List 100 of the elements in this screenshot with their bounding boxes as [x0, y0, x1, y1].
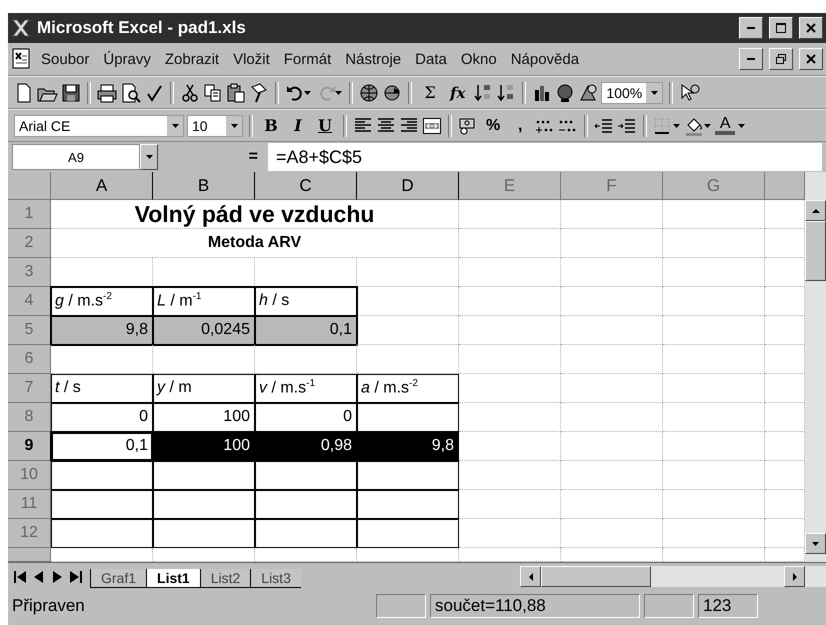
caret-icon[interactable] [738, 124, 746, 128]
underline-button[interactable]: U [313, 116, 337, 135]
workbook-icon[interactable] [11, 48, 31, 70]
printer-icon[interactable] [97, 82, 117, 104]
table-cell[interactable]: v / m.s$^{-1}$ [255, 374, 357, 403]
column-header[interactable]: A [51, 172, 153, 200]
column-header[interactable]: B [153, 172, 255, 200]
table-cell[interactable]: L / m$^{-1}$ [153, 287, 255, 316]
font-field[interactable]: Arial CE [14, 114, 184, 136]
table-cell[interactable] [663, 374, 765, 403]
sheet-tab[interactable]: List2 [200, 568, 250, 588]
table-cell[interactable] [561, 403, 663, 432]
table-cell[interactable]: Metoda ARV [51, 229, 459, 258]
table-cell[interactable] [357, 548, 459, 562]
table-cell[interactable] [51, 490, 153, 519]
table-cell[interactable]: Volný pád ve vzduchu [51, 200, 459, 229]
name-box[interactable]: A9 [12, 144, 140, 170]
clipboard-icon[interactable] [226, 82, 246, 104]
table-cell[interactable] [357, 287, 459, 316]
table-cell[interactable] [663, 258, 765, 287]
menu-item[interactable]: Okno [456, 48, 501, 70]
paintbrush-icon[interactable] [249, 82, 269, 104]
italic-button[interactable]: I [286, 116, 310, 135]
table-cell[interactable]: 0,1 [51, 432, 153, 461]
scroll-up-button[interactable] [805, 200, 826, 221]
table-cell[interactable] [153, 345, 255, 374]
table-cell[interactable]: g / m.s$^{-2}$ [51, 287, 153, 316]
table-cell[interactable] [663, 461, 765, 490]
table-cell[interactable] [357, 490, 459, 519]
table-cell[interactable] [459, 519, 561, 548]
table-cell[interactable] [255, 345, 357, 374]
table-cell[interactable]: 0,0245 [153, 316, 255, 345]
scrollbar-thumb[interactable] [805, 221, 826, 281]
table-cell[interactable] [459, 548, 561, 562]
table-cell[interactable] [357, 403, 459, 432]
autosum-button[interactable]: Σ [418, 83, 442, 102]
table-cell[interactable] [357, 345, 459, 374]
table-cell[interactable] [663, 316, 765, 345]
table-cell[interactable] [663, 490, 765, 519]
print-preview-icon[interactable] [120, 82, 141, 104]
table-cell[interactable] [459, 287, 561, 316]
bold-button[interactable]: B [259, 116, 283, 135]
vertical-scrollbar[interactable] [805, 172, 826, 562]
sheet-tab[interactable]: Graf1 [90, 568, 146, 588]
table-cell[interactable] [357, 519, 459, 548]
close-button[interactable] [799, 17, 823, 39]
table-cell[interactable] [561, 519, 663, 548]
table-cell[interactable] [153, 548, 255, 562]
table-cell[interactable] [357, 461, 459, 490]
table-cell[interactable] [663, 229, 765, 258]
row-header[interactable]: 9 [8, 432, 51, 461]
menu-item[interactable]: Úpravy [99, 48, 155, 70]
table-cell[interactable] [459, 432, 561, 461]
table-cell[interactable] [459, 258, 561, 287]
table-cell[interactable]: a / m.s$^{-2}$ [357, 374, 459, 403]
table-cell[interactable]: h / s [255, 287, 357, 316]
table-cell[interactable] [459, 345, 561, 374]
menu-item[interactable]: Vložit [229, 48, 274, 70]
scroll-left-button[interactable] [520, 566, 541, 587]
table-cell[interactable] [561, 200, 663, 229]
table-cell[interactable]: 0,98 [255, 432, 357, 461]
copy-icon[interactable] [203, 82, 223, 104]
menu-item[interactable]: Zobrazit [160, 48, 224, 70]
restore-button[interactable] [769, 48, 793, 70]
table-cell[interactable] [561, 432, 663, 461]
menu-item[interactable]: Soubor [37, 48, 94, 70]
table-cell[interactable]: 9,8 [51, 316, 153, 345]
table-cell[interactable]: 100 [153, 403, 255, 432]
table-cell[interactable] [459, 461, 561, 490]
table-cell[interactable] [459, 229, 561, 258]
table-cell[interactable] [255, 490, 357, 519]
table-cell[interactable] [663, 548, 765, 562]
name-box-dropdown[interactable] [140, 144, 158, 170]
drawing-shapes-icon[interactable] [578, 82, 598, 104]
globe-icon[interactable] [359, 82, 379, 104]
formula-field[interactable]: =A8+$C$5 [268, 143, 822, 171]
table-cell[interactable] [51, 345, 153, 374]
close-button[interactable] [799, 48, 823, 70]
table-cell[interactable]: 0,1 [255, 316, 357, 345]
table-cell[interactable] [459, 374, 561, 403]
table-cell[interactable] [561, 229, 663, 258]
table-cell[interactable] [663, 519, 765, 548]
table-cell[interactable]: 9,8 [357, 432, 459, 461]
table-cell[interactable] [459, 403, 561, 432]
menu-item[interactable]: Formát [280, 48, 336, 70]
scroll-down-button[interactable] [805, 533, 826, 554]
table-cell[interactable]: 0 [255, 403, 357, 432]
percent-button[interactable]: % [481, 116, 506, 134]
table-cell[interactable] [663, 345, 765, 374]
table-cell[interactable] [561, 374, 663, 403]
table-cell[interactable] [561, 490, 663, 519]
table-cell[interactable] [357, 316, 459, 345]
globe-map-icon[interactable] [555, 82, 576, 104]
table-cell[interactable] [51, 548, 153, 562]
font-size-field[interactable]: 10 [187, 114, 243, 136]
table-cell[interactable] [561, 316, 663, 345]
table-cell[interactable] [51, 461, 153, 490]
minimize-button[interactable] [739, 48, 763, 70]
comma-style-button[interactable]: , [508, 116, 532, 134]
table-cell[interactable] [561, 548, 663, 562]
